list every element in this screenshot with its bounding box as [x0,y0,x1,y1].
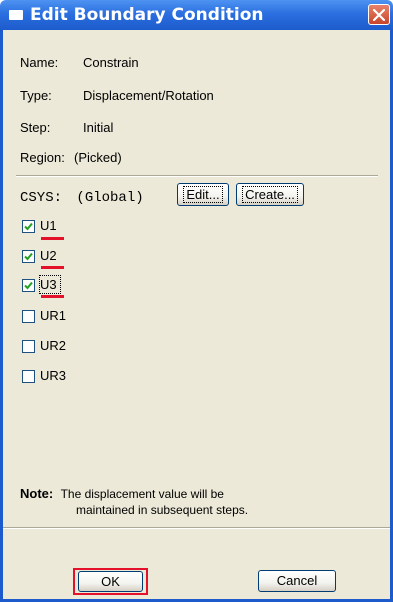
checkmark-icon [24,252,33,261]
name-value: Constrain [83,55,139,70]
type-value: Displacement/Rotation [83,88,214,103]
edit-boundary-condition-dialog: Edit Boundary Condition Name: Constrain … [0,0,393,602]
type-label: Type: [20,88,52,103]
separator [16,175,378,177]
ur3-checkbox[interactable] [22,370,35,383]
csys-edit-button-label: Edit... [183,186,223,203]
name-label: Name: [20,55,59,70]
cancel-button-label: Cancel [276,573,318,588]
dialog-body: Name: Constrain Type: Displacement/Rotat… [0,30,393,602]
ok-button-highlight [73,568,148,595]
ur1-checkbox[interactable] [22,310,35,323]
ur2-label[interactable]: UR2 [40,338,66,353]
note-label: Note: [20,486,54,501]
note-text-line1: The displacement value will be [60,487,224,501]
ur1-label[interactable]: UR1 [40,308,66,323]
bottom-separator [0,527,393,529]
csys-edit-button[interactable]: Edit... [177,183,229,206]
u3-checkbox[interactable] [22,279,35,292]
csys-create-button-label: Create... [242,186,298,203]
checkmark-icon [24,222,33,231]
step-label: Step: [20,120,51,135]
csys-label: CSYS: [20,190,63,206]
region-label: Region: [20,150,65,165]
window-frame-left [0,30,3,602]
checkmark-icon [24,281,33,290]
csys-row: CSYS: (Global) [20,190,144,206]
u1-highlight [41,237,64,240]
note-line1: Note: The displacement value will be [20,486,224,502]
close-button[interactable] [368,4,390,25]
step-value: Initial [83,120,114,135]
u3-label[interactable]: U3 [40,277,57,292]
u2-label[interactable]: U2 [40,248,57,263]
window-icon [9,10,23,20]
ur3-label[interactable]: UR3 [40,368,66,383]
u2-checkbox[interactable] [22,250,35,263]
ur2-checkbox[interactable] [22,340,35,353]
note-text-line2: maintained in subsequent steps. [76,503,249,517]
csys-create-button[interactable]: Create... [236,183,304,206]
csys-value: (Global) [76,190,144,206]
u3-highlight [41,295,64,298]
window-title: Edit Boundary Condition [30,5,264,25]
close-icon [373,9,385,21]
region-value: (Picked) [74,150,122,165]
u1-checkbox[interactable] [22,220,35,233]
u1-label[interactable]: U1 [40,218,57,233]
title-bar[interactable]: Edit Boundary Condition [0,0,393,30]
u2-highlight [41,266,64,269]
cancel-button[interactable]: Cancel [258,570,336,592]
